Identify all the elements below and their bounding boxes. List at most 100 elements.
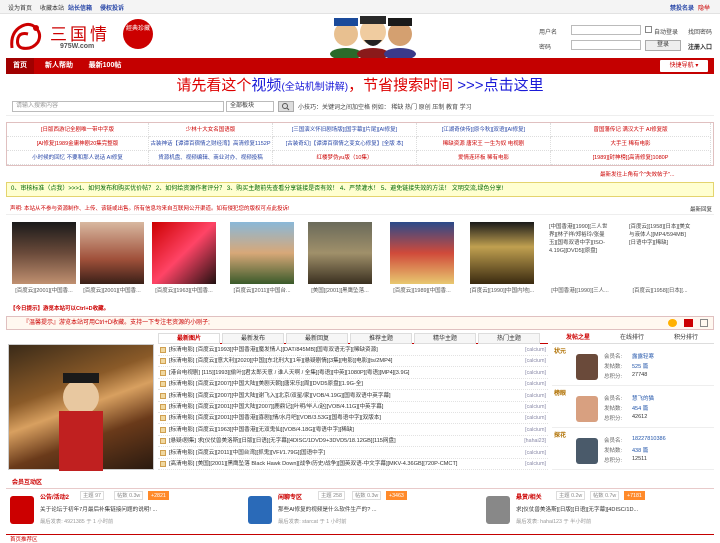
- nav-newbie-help[interactable]: 新人帮助: [38, 58, 80, 74]
- latest-thread[interactable]: 那些AI修复的视频是什么软件生产的? ...: [278, 505, 412, 513]
- search-scope-select[interactable]: 全部板块: [226, 101, 274, 112]
- ranking-tab-2[interactable]: 积分排行: [660, 333, 712, 344]
- thread-author[interactable]: [calcium]: [525, 458, 546, 469]
- thread-author[interactable]: [calcium]: [525, 390, 546, 401]
- thread-author[interactable]: [calcium]: [525, 355, 546, 366]
- star-icon[interactable]: [668, 319, 677, 327]
- ranking-tab-1[interactable]: 在线排行: [606, 333, 658, 344]
- tab-0[interactable]: 最新图片: [158, 333, 220, 344]
- recommend-link[interactable]: 貨源机盘、视频编辑、商业对办、视频投稿: [149, 151, 273, 165]
- thread-title[interactable]: [标清电影] [百度云][2007][中国大陆][谢飞入][北京/双星/家][V…: [169, 390, 499, 401]
- recommend-link[interactable]: 大手王 稀有电影: [551, 137, 711, 151]
- thread-row[interactable]: [港台电视剧] [115][1993][偷叶][君太郎天意 / 谁人天啊 / 全…: [158, 367, 548, 379]
- recommend-link[interactable]: 古装神话【谭谭百宿情之财经湾】高清修复1152P: [149, 137, 273, 151]
- ranking-tab-0[interactable]: 发帖之星: [552, 333, 604, 344]
- thread-author[interactable]: [calcium]: [525, 447, 546, 458]
- thread-author[interactable]: [calcium]: [525, 412, 546, 423]
- member-name[interactable]: 慧飞的猫: [632, 394, 654, 402]
- banner-click-here[interactable]: >>>点击这里: [453, 77, 543, 94]
- recommend-link[interactable]: [AI修复]1989金庸神剧20集完整版: [7, 137, 149, 151]
- promo-banner[interactable]: 请先看这个视频(全站机制讲解)，节省搜索时间 >>>点击这里: [6, 74, 714, 98]
- thread-author[interactable]: [calcium]: [525, 344, 546, 355]
- thread-author[interactable]: [hahai23]: [524, 435, 546, 446]
- thread-row[interactable]: [标清电影] [百度云][意大利][2020][中国][东北刑大][1年][悬疑…: [158, 355, 548, 368]
- thread-title[interactable]: [标清电影] [百度云][意大利][2020][中国][东北刑大][1年][悬疑…: [169, 355, 499, 366]
- latest-thread[interactable]: 求[仪仗兽美洛斯][日版][日语][无字幕][4DISC/1D...: [516, 505, 650, 513]
- thumb-item[interactable]: [百度云][2001][中国香...: [8, 220, 80, 295]
- recommend-link[interactable]: [日版西游记全剧唯一带中字版: [7, 123, 149, 137]
- thread-row[interactable]: [高清电影] [美国][2001][黑鹰坠落 Black Hawk Down][…: [158, 458, 548, 470]
- set-home-link[interactable]: 设为首页: [8, 3, 32, 12]
- thumb-item[interactable]: [中国香港][1990][三人世界][林子祥/郑裕玲/张曼玉][国粤双语中字][…: [544, 220, 616, 295]
- thread-title[interactable]: [标清电影] [百度云][2011][中国台湾][抓鬼][VFI/1.79G][…: [169, 447, 499, 458]
- recommend-link[interactable]: [江湖奇侠传][原今秋][双语][AI修复]: [417, 123, 551, 137]
- tab-2[interactable]: 最新回复: [286, 333, 348, 344]
- rank-item[interactable]: 状元 会员名: 露露轻寒 发帖数: 525 篇总积分: 27748: [552, 344, 714, 386]
- forum-card[interactable]: 悬赏/相关 主题 0.2w 帖数 0.7w +7181 求[仪仗兽美洛斯][日版][日语…: [482, 490, 652, 530]
- thumb-item[interactable]: [百度云][1963][中国香...: [148, 220, 220, 295]
- forum-name[interactable]: 公告/活动2: [40, 492, 69, 501]
- tab-5[interactable]: 热门主题: [478, 333, 540, 344]
- thread-title[interactable]: [标清电影] [百度云][2001][中国大陆][2007][鹿鼎记][叶明/毕…: [169, 401, 499, 412]
- latest-thread[interactable]: 关于论坛于初年7月最后补集链接问题的说明! ...: [40, 505, 174, 513]
- avatar[interactable]: [576, 438, 598, 464]
- password-input[interactable]: [571, 40, 641, 50]
- bookmark-link[interactable]: 收藏本站: [40, 3, 64, 12]
- disclaimer[interactable]: 声明: 本站从不参与资源制作、上传、该链或出售。所有信息均来自互联网公开渠道。如…: [6, 203, 714, 215]
- nav-latest-100[interactable]: 最新100帖: [84, 58, 126, 74]
- latest-reply-label[interactable]: 最新回复: [690, 205, 712, 213]
- nav-home[interactable]: 首页: [6, 58, 34, 74]
- tab-4[interactable]: 精华主题: [414, 333, 476, 344]
- recommend-link[interactable]: 稀缺资源 唐宋王 一生为奴 电视剧: [417, 137, 551, 151]
- recommend-link[interactable]: 红楼梦伪yu版（10集）: [273, 151, 417, 165]
- thread-title[interactable]: [标清电影] [百度云][2007][中国大陆][美剧天朝][唐宋乐][周][D…: [169, 378, 499, 389]
- recommend-link[interactable]: [古装奇幻]【谭谭百宿情之变女心修复】[全版 本]: [273, 137, 417, 151]
- auto-login-checkbox[interactable]: [645, 26, 652, 33]
- forum-card[interactable]: 公告/活动2 主题 97 帖数 0.3w +2821 关于论坛于初年7月最后补集链接问题…: [6, 490, 176, 530]
- thread-title[interactable]: [标清电影] [百度云][1993][中国香港][魔发情人][DAT/845MB…: [169, 344, 499, 355]
- thread-author[interactable]: [calcium]: [525, 401, 546, 412]
- gear-icon[interactable]: [684, 319, 693, 327]
- thread-title[interactable]: [高清电影] [美国][2001][黑鹰坠落 Black Hawk Down][…: [169, 458, 499, 469]
- forum-card[interactable]: 闲聊专区 主题 258 帖数 0.3w +3463 那些AI修复的视频是什么软件生产的?…: [244, 490, 414, 530]
- thumb-item[interactable]: [百度云][1958][日本][美女与液体人][MP4/594MB][日语中字]…: [624, 220, 696, 295]
- recommend-link[interactable]: 小时候的回忆 不要和那人说话 AI修复: [7, 151, 149, 165]
- thumb-item[interactable]: [百度云][1990][中国内地]...: [466, 220, 538, 295]
- thread-title[interactable]: [悬疑/剧集] 求[仪仗兽美洛斯][日版][日语][无字幕][4DISC/1DV…: [169, 435, 499, 446]
- username-input[interactable]: [571, 25, 641, 35]
- avatar[interactable]: [576, 396, 598, 422]
- rank-item[interactable]: 探花 会员名: 18227810386 发帖数: 438 篇总积分: 12511: [552, 428, 714, 470]
- forum-name[interactable]: 闲聊专区: [278, 492, 302, 501]
- recommend-link[interactable]: 曾国藩传记 满汉大于 AI修复版: [551, 123, 711, 137]
- tab-1[interactable]: 最新发布: [222, 333, 284, 344]
- thumb-item[interactable]: [百度云][1989][中国香...: [386, 220, 458, 295]
- thread-row[interactable]: [标清电影] [百度云][2007][中国大陆][谢飞入][北京/双星/家][V…: [158, 390, 548, 402]
- thread-row[interactable]: [标清电影] [百度云][2001][中国香港][喜剧][情/水月吧][VOB/…: [158, 412, 548, 425]
- forgot-password-link[interactable]: 找回密码: [688, 27, 712, 36]
- thread-row[interactable]: [标清电影] [百度云][2011][中国台湾][抓鬼][VFI/1.79G][…: [158, 447, 548, 459]
- featured-image[interactable]: [8, 344, 154, 471]
- recommend-link[interactable]: 爱情连环板 稀有电影: [417, 151, 551, 165]
- thread-author[interactable]: [calcium]: [525, 424, 546, 435]
- search-input[interactable]: 请输入搜索内容: [12, 101, 224, 112]
- member-name[interactable]: 露露轻寒: [632, 352, 654, 360]
- site-logo[interactable]: 三国情 975W.com 經典珍藏: [8, 18, 153, 54]
- recommend-link[interactable]: [1989][封神榜][高清修复]1080P: [551, 151, 711, 165]
- thread-title[interactable]: [标清电影] [百度云][2001][中国香港][喜剧][情/水月吧][VOB/…: [169, 412, 499, 423]
- collapse-icon[interactable]: [700, 319, 708, 327]
- report-link[interactable]: 隐举: [698, 3, 710, 12]
- thumb-item[interactable]: [百度云][2001][中国香...: [76, 220, 148, 295]
- thread-author[interactable]: [calcium]: [525, 378, 546, 389]
- tab-3[interactable]: 推荐主题: [350, 333, 412, 344]
- thread-author[interactable]: [calcium]: [525, 367, 546, 378]
- quick-nav-dropdown[interactable]: 快捷导航 ▾: [660, 60, 708, 72]
- webmaster-mail-link[interactable]: 站长信箱: [68, 3, 92, 12]
- thread-row[interactable]: [标清电影] [百度云][1963][中国香港][无双鬼仙][VOB/4.18G…: [158, 424, 548, 436]
- thread-row[interactable]: [标清电影] [百度云][1993][中国香港][魔发情人][DAT/845MB…: [158, 344, 548, 356]
- thread-row[interactable]: [标清电影] [百度云][2007][中国大陆][美剧天朝][唐宋乐][周][D…: [158, 378, 548, 391]
- thread-title[interactable]: [标清电影] [百度云][1963][中国香港][无双鬼仙][VOB/4.18G…: [169, 424, 499, 435]
- banned-list-link[interactable]: 禁投名录: [670, 3, 694, 12]
- thread-row[interactable]: [标清电影] [百度云][2001][中国大陆][2007][鹿鼎记][叶明/毕…: [158, 401, 548, 413]
- avatar[interactable]: [576, 354, 598, 380]
- search-button[interactable]: [278, 101, 294, 112]
